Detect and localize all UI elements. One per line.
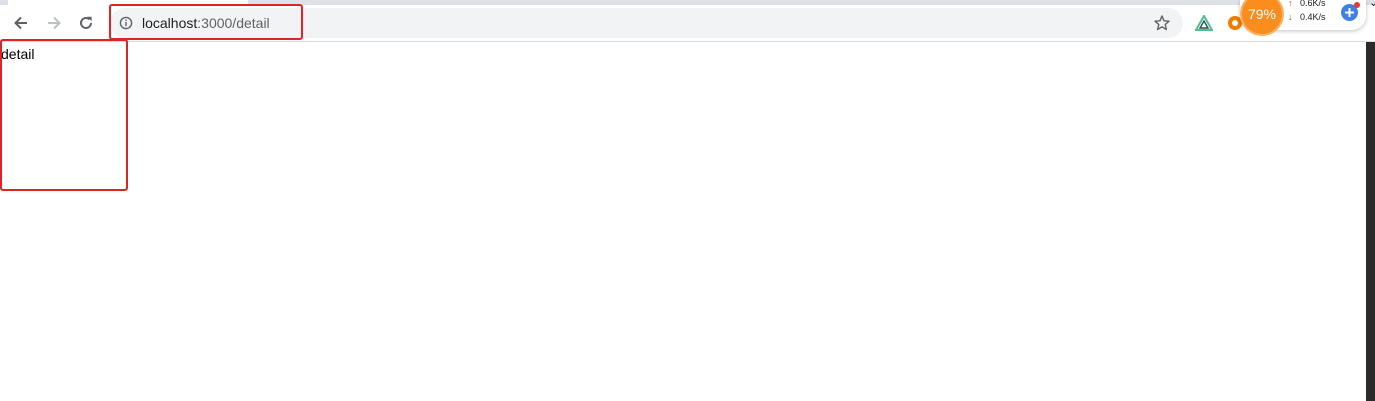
star-icon[interactable] xyxy=(1153,14,1171,32)
window-edge xyxy=(1366,42,1375,401)
upload-arrow-icon: ↑ xyxy=(1288,0,1293,8)
vue-devtools-triangle-icon[interactable] xyxy=(1195,15,1213,31)
notification-dot xyxy=(1354,2,1360,8)
boost-button[interactable] xyxy=(1341,2,1360,21)
arrow-left-icon xyxy=(14,16,27,30)
upload-speed: 0.6K/s xyxy=(1300,0,1326,8)
reload-icon xyxy=(80,16,92,29)
forward-button[interactable] xyxy=(40,9,68,37)
arrow-right-icon xyxy=(48,16,61,30)
reload-button[interactable] xyxy=(72,9,100,37)
download-speed: 0.4K/s xyxy=(1300,12,1326,22)
download-arrow-icon: ↓ xyxy=(1288,12,1293,22)
url-highlight-box xyxy=(109,4,303,40)
network-speed-widget[interactable]: 79% ↑ 0.6K/s ↓ 0.4K/s xyxy=(1240,0,1366,36)
back-button[interactable] xyxy=(7,9,35,37)
download-speed-row: ↓ 0.4K/s xyxy=(1288,12,1326,22)
upload-speed-row: ↑ 0.6K/s xyxy=(1288,0,1326,8)
content-highlight-box xyxy=(0,39,128,191)
plus-icon xyxy=(1345,8,1354,17)
usage-percent: 79% xyxy=(1247,6,1277,22)
window-control-icon[interactable]: ⌄ xyxy=(1369,0,1375,9)
